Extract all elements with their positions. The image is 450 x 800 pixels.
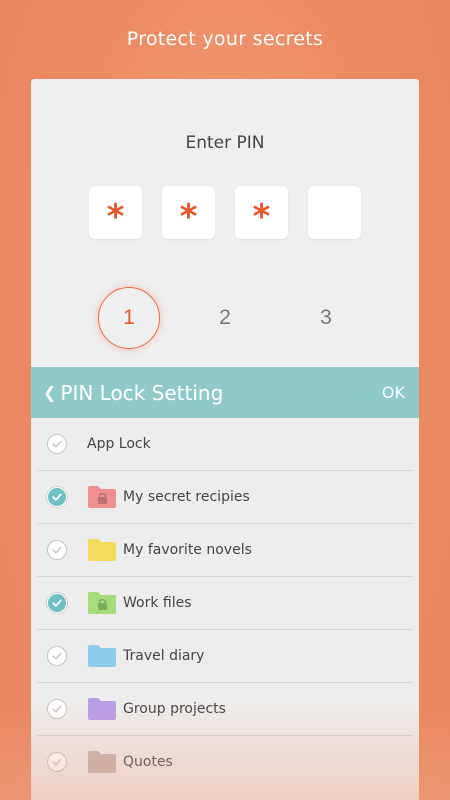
folder-row[interactable]: Quotes	[37, 736, 413, 788]
app-lock-row[interactable]: App Lock	[37, 418, 413, 471]
app-lock-label: App Lock	[87, 436, 151, 452]
folder-label: Group projects	[123, 701, 226, 717]
pin-digit-2: *	[162, 186, 215, 239]
folder-label: My secret recipies	[123, 489, 250, 505]
folder-icon	[87, 750, 117, 774]
folder-checkbox[interactable]	[47, 540, 67, 560]
folder-checkbox[interactable]	[47, 487, 67, 507]
keypad-key-2[interactable]: 2	[194, 287, 256, 349]
chevron-left-icon[interactable]: ❮	[43, 383, 56, 402]
headline: Protect your secrets	[126, 28, 324, 50]
pin-digit-1: *	[89, 186, 142, 239]
keypad: 1 2 3	[31, 287, 419, 349]
keypad-key-3[interactable]: 3	[295, 287, 357, 349]
keypad-key-1[interactable]: 1	[98, 287, 160, 349]
folder-lock-icon	[87, 591, 117, 615]
pin-digit-4	[308, 186, 361, 239]
folder-checkbox[interactable]	[47, 699, 67, 719]
pin-title: Enter PIN	[185, 133, 265, 153]
folder-row[interactable]: Travel diary	[37, 630, 413, 683]
folder-checkbox[interactable]	[47, 593, 67, 613]
folder-checkbox[interactable]	[47, 752, 67, 772]
pin-card: Enter PIN * * * 1 2 3	[31, 79, 419, 379]
folder-icon	[87, 697, 117, 721]
folder-row[interactable]: My favorite novels	[37, 524, 413, 577]
app-lock-checkbox[interactable]	[47, 434, 67, 454]
folder-label: My favorite novels	[123, 542, 252, 558]
folder-row[interactable]: Group projects	[37, 683, 413, 736]
folder-icon	[87, 644, 117, 668]
folder-label: Work files	[123, 595, 192, 611]
folder-checkbox[interactable]	[47, 646, 67, 666]
folder-list: My secret recipies My favorite novels Work…	[31, 471, 419, 788]
pin-digit-3: *	[235, 186, 288, 239]
pin-lock-settings-panel: ❮ PIN Lock Setting OK App Lock My secret…	[31, 367, 419, 800]
ok-button[interactable]: OK	[382, 383, 405, 402]
panel-title: PIN Lock Setting	[60, 380, 224, 405]
folder-row[interactable]: Work files	[37, 577, 413, 630]
folder-row[interactable]: My secret recipies	[37, 471, 413, 524]
pin-boxes: * * *	[89, 186, 361, 239]
folder-label: Travel diary	[123, 648, 205, 664]
panel-header: ❮ PIN Lock Setting OK	[31, 367, 419, 418]
folder-label: Quotes	[123, 754, 173, 770]
folder-lock-icon	[87, 485, 117, 509]
folder-icon	[87, 538, 117, 562]
